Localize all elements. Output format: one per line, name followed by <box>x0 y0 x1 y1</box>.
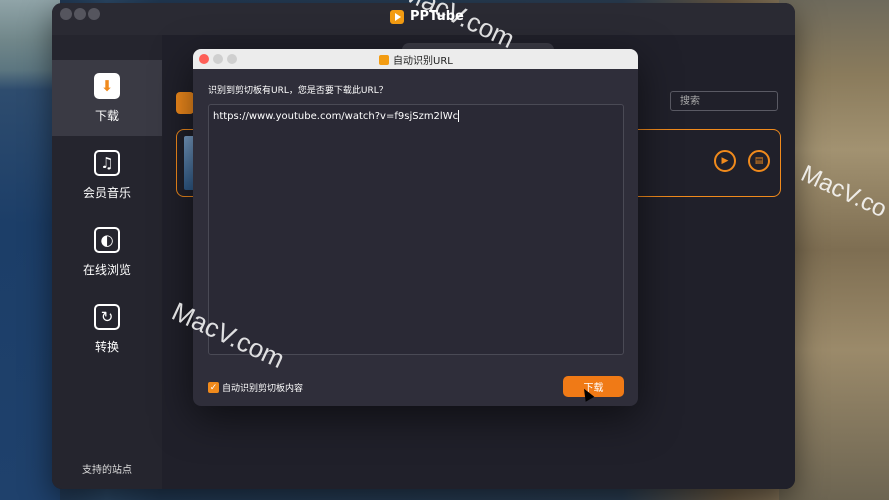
play-icon[interactable]: ▶ <box>714 150 736 172</box>
sidebar-item-label: 会员音乐 <box>82 185 131 200</box>
supported-sites-link[interactable]: 支持的站点 <box>52 461 162 476</box>
dialog-minimize-button[interactable] <box>213 54 223 64</box>
download-button[interactable]: 下载 <box>563 376 624 397</box>
zoom-window-button[interactable] <box>88 8 100 20</box>
checkmark-icon: ✓ <box>208 382 219 393</box>
sidebar-item-music[interactable]: ♫ 会员音乐 <box>52 137 162 213</box>
sidebar-item-label: 转换 <box>94 339 119 354</box>
url-textarea[interactable]: https://www.youtube.com/watch?v=f9sjSzm2… <box>208 104 624 355</box>
dialog-message: 识别到剪切板有URL，您是否要下载此URL？ <box>208 86 388 96</box>
dialog-title-text: 自动识别URL <box>393 56 453 67</box>
music-icon: ♫ <box>94 149 120 176</box>
desktop-wallpaper-right <box>779 0 889 500</box>
sidebar: ⬇ 下载 ♫ 会员音乐 ◐ 在线浏览 ↻ 转换 支持的站点 <box>52 35 162 489</box>
paste-url-button[interactable] <box>176 92 194 114</box>
sidebar-item-browse[interactable]: ◐ 在线浏览 <box>52 214 162 290</box>
sidebar-item-label: 下载 <box>94 108 119 123</box>
minimize-window-button[interactable] <box>74 8 86 20</box>
folder-icon[interactable]: ▤ <box>748 150 770 172</box>
sidebar-item-download[interactable]: ⬇ 下载 <box>52 60 162 136</box>
dialog-title: 自动识别URL <box>379 52 453 67</box>
checkbox-label: 自动识别剪切板内容 <box>222 384 304 394</box>
sidebar-item-convert[interactable]: ↻ 转换 <box>52 291 162 367</box>
convert-icon: ↻ <box>94 303 120 330</box>
download-icon: ⬇ <box>94 72 120 99</box>
dialog-title-bar: 自动识别URL <box>193 49 638 69</box>
dialog-close-button[interactable] <box>199 54 209 64</box>
desktop-wallpaper-left <box>0 0 60 500</box>
close-window-button[interactable] <box>60 8 72 20</box>
url-text: https://www.youtube.com/watch?v=f9sjSzm2… <box>213 111 459 122</box>
app-logo-icon <box>379 54 389 65</box>
text-caret <box>458 110 460 122</box>
app-logo-icon <box>390 9 404 24</box>
auto-detect-checkbox[interactable]: ✓ 自动识别剪切板内容 <box>208 381 303 394</box>
globe-icon: ◐ <box>94 226 120 253</box>
dialog-zoom-button[interactable] <box>227 54 237 64</box>
sidebar-item-label: 在线浏览 <box>82 262 131 277</box>
search-input[interactable]: 搜索 <box>670 91 778 111</box>
